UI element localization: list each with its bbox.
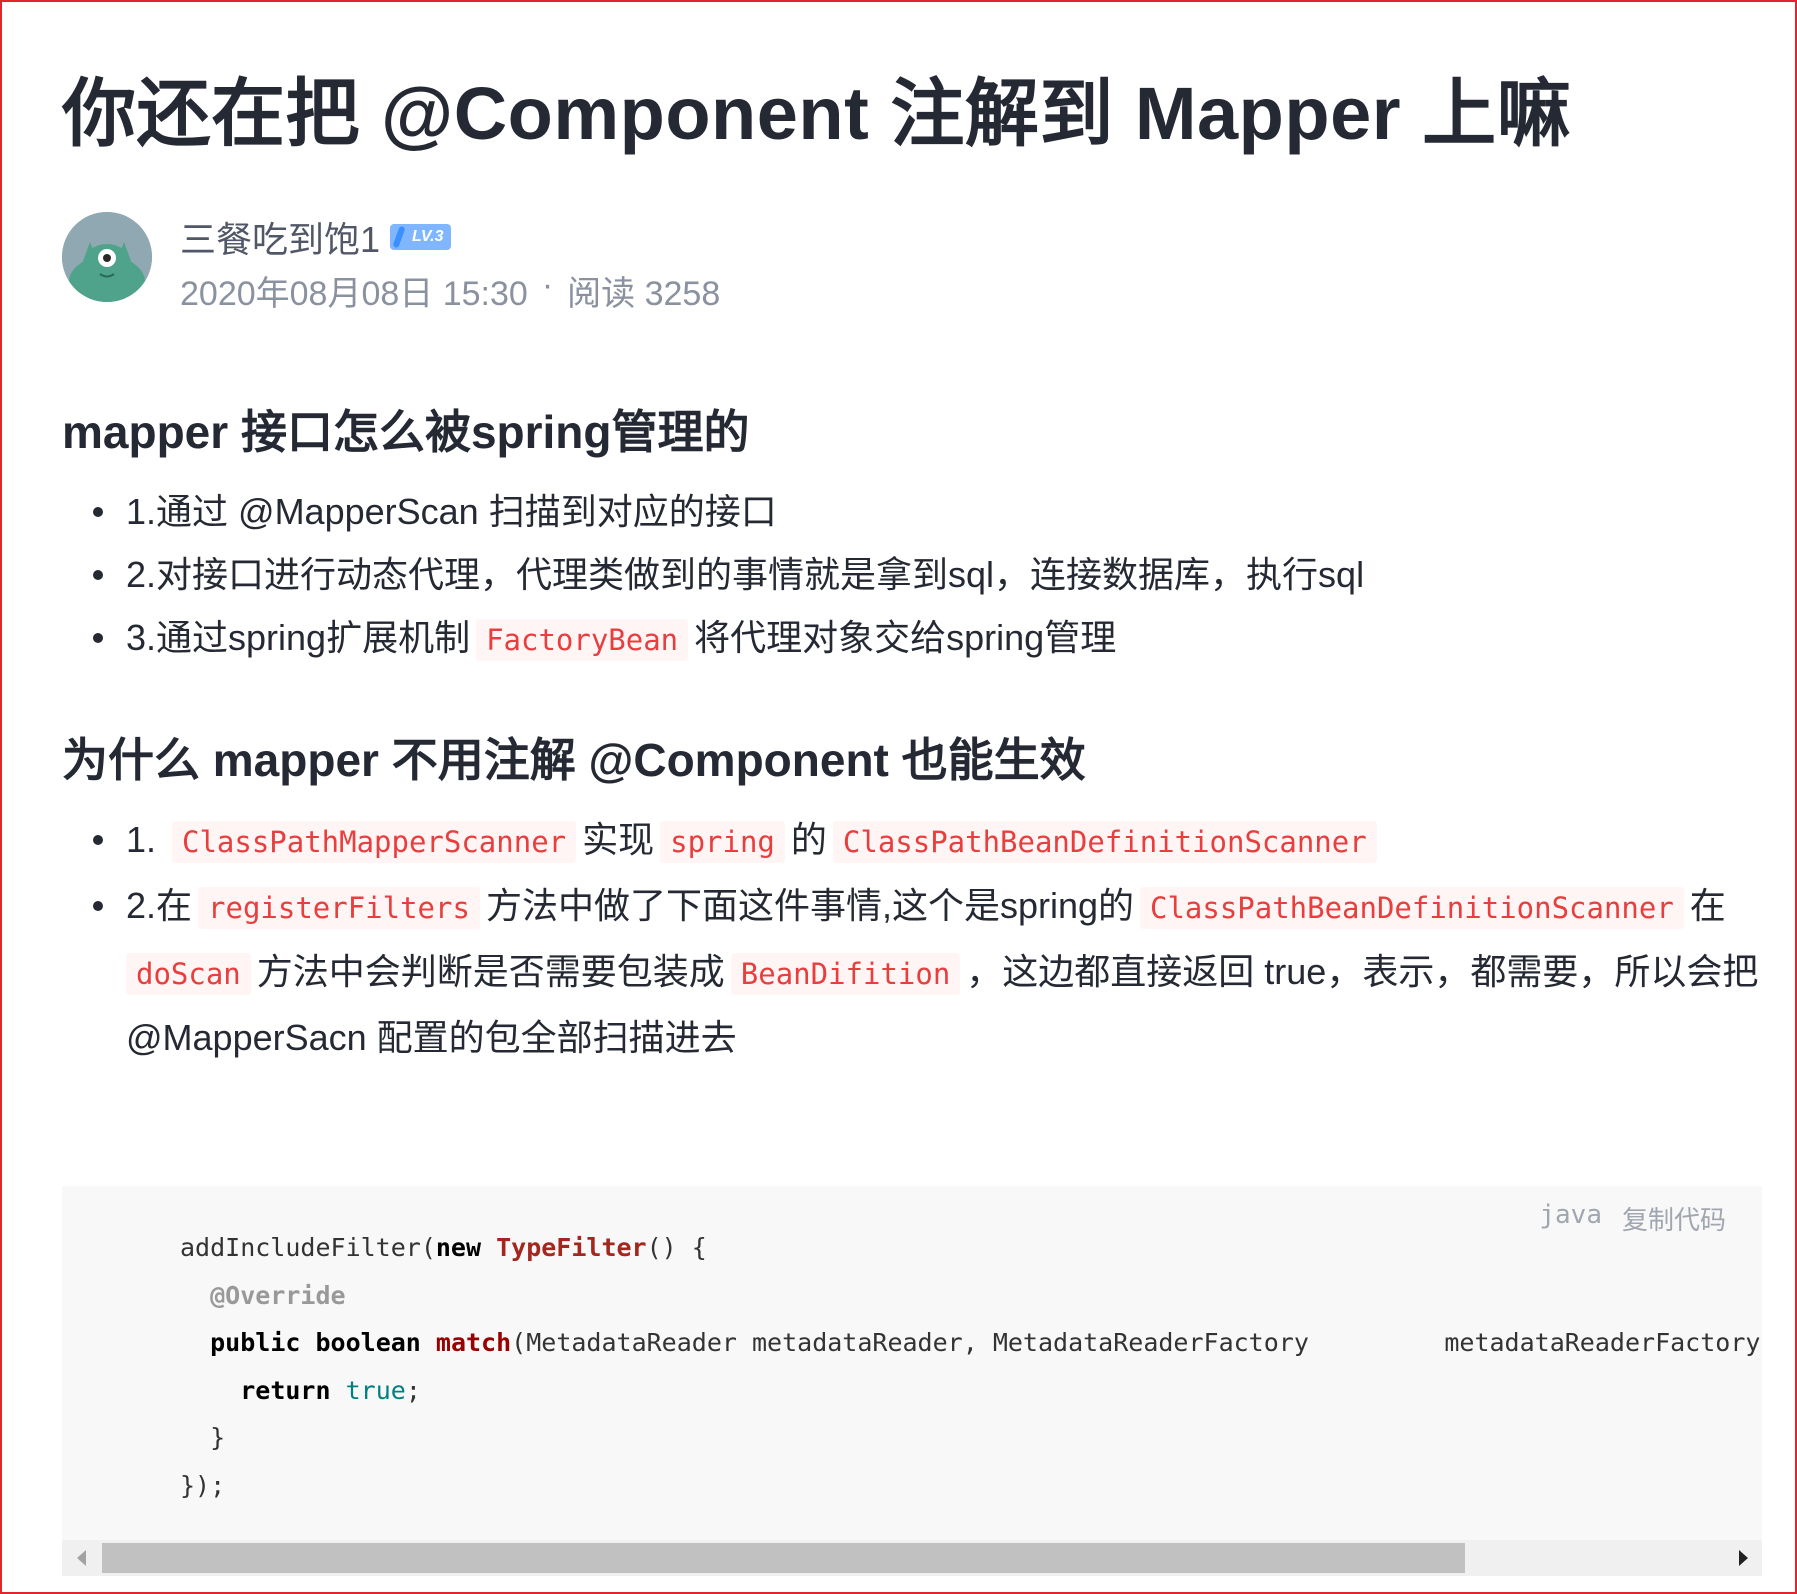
list-item-text: 2.在 [126, 885, 193, 926]
scroll-left-button[interactable] [62, 1540, 100, 1576]
list-item: 2.在 registerFilters 方法中做了下面这件事情,这个是spring的… [62, 874, 1762, 1069]
inline-code: FactoryBean [476, 619, 689, 661]
article: 你还在把 @Component 注解到 Mapper 上嘛 三餐吃到饱1 LV.… [62, 64, 1762, 1069]
scroll-right-button[interactable] [1724, 1540, 1762, 1576]
list-item-text: 方法中做了下面这件事情,这个是spring的 [485, 885, 1134, 926]
level-badge: LV.3 [390, 224, 452, 250]
horizontal-scrollbar[interactable] [62, 1540, 1762, 1576]
avatar-monster-icon [62, 212, 152, 302]
bullet-list: 1.通过 @MapperScan 扫描到对应的接口 2.对接口进行动态代理，代理… [62, 480, 1762, 672]
list-item-text: 的 [790, 819, 827, 860]
code-block: java 复制代码 addIncludeFilter(new TypeFilte… [62, 1186, 1762, 1576]
list-item-text: 3.通过spring扩展机制 [126, 617, 471, 658]
list-item-text: @MapperSacn 配置的包全部扫描进去 [126, 1017, 737, 1058]
read-count: 阅读 3258 [567, 275, 721, 313]
inline-code: ClassPathBeanDefinitionScanner [1140, 887, 1684, 929]
list-item: 2.对接口进行动态代理，代理类做到的事情就是拿到sql，连接数据库，执行sql [62, 543, 1762, 606]
section-heading: 为什么 mapper 不用注解 @Component 也能生效 [62, 734, 1086, 786]
list-item-text: 方法中会判断是否需要包装成 [256, 951, 725, 992]
article-meta: 2020年08月08日 15:30 · 阅读 3258 [180, 266, 720, 315]
list-item: 1.通过 @MapperScan 扫描到对应的接口 [62, 480, 1762, 543]
code-content: addIncludeFilter(new TypeFilter() { @Ove… [180, 1233, 1762, 1500]
scrollbar-thumb[interactable] [102, 1543, 1465, 1573]
list-item-number: 1. [126, 819, 157, 860]
inline-code: BeanDifition [730, 953, 961, 995]
author-block: 三餐吃到饱1 LV.3 2020年08月08日 15:30 · 阅读 3258 [62, 211, 1762, 315]
inline-code: spring [660, 821, 785, 863]
list-item-text: ，这边都直接返回 true，表示，都需要，所以会把 [966, 951, 1759, 992]
page-frame: 你还在把 @Component 注解到 Mapper 上嘛 三餐吃到饱1 LV.… [0, 0, 1797, 1594]
inline-code: ClassPathBeanDefinitionScanner [832, 821, 1377, 863]
article-title: 你还在把 @Component 注解到 Mapper 上嘛 [62, 72, 1572, 155]
list-item-text: 将代理对象交给spring管理 [694, 617, 1117, 658]
author-name[interactable]: 三餐吃到饱1 [180, 211, 380, 263]
avatar[interactable] [62, 212, 152, 302]
list-item-text: 实现 [582, 819, 655, 860]
author-name-row: 三餐吃到饱1 LV.3 [180, 211, 452, 263]
list-item-text: 2.对接口进行动态代理，代理类做到的事情就是拿到sql，连接数据库，执行sql [126, 554, 1365, 595]
inline-code: doScan [126, 953, 251, 995]
list-item: 3.通过spring扩展机制 FactoryBean 将代理对象交给spring管理 [62, 606, 1762, 672]
inline-code: registerFilters [198, 887, 480, 929]
section-heading: mapper 接口怎么被spring管理的 [62, 406, 750, 458]
list-item-text: 1.通过 @MapperScan 扫描到对应的接口 [126, 491, 777, 532]
pen-icon [392, 225, 406, 249]
arrow-left-icon [76, 1550, 86, 1566]
arrow-right-icon [1738, 1550, 1748, 1566]
bullet-list: 1. ClassPathMapperScanner 实现 spring 的 ClassPa… [62, 808, 1762, 1069]
meta-separator: · [541, 266, 554, 304]
list-item-text: 在 [1689, 885, 1726, 926]
publish-date: 2020年08月08日 15:30 [180, 275, 528, 313]
inline-code: ClassPathMapperScanner [172, 821, 577, 863]
list-item: 1. ClassPathMapperScanner 实现 spring 的 ClassPa… [62, 808, 1762, 874]
level-label: LV.3 [412, 228, 444, 245]
